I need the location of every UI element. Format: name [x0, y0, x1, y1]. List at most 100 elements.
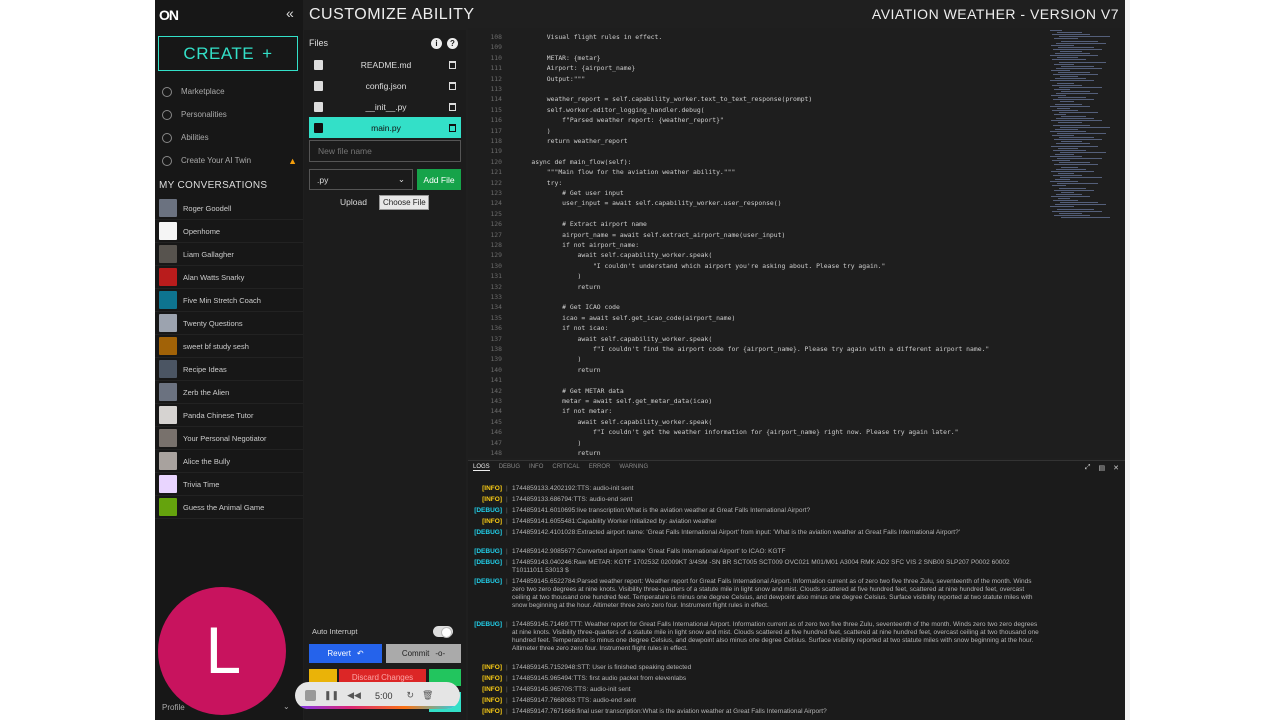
log-message: 1744859145.965494:TTS: first audio packe…: [512, 675, 687, 682]
code-text: return weather_report: [516, 137, 628, 145]
log-tab[interactable]: INFO: [529, 464, 543, 471]
sidebar-item-marketplace[interactable]: Marketplace: [155, 80, 303, 103]
line-number: 129: [490, 251, 502, 260]
line-number: 113: [490, 85, 502, 93]
line-number: 142: [490, 386, 502, 395]
file-item[interactable]: README.md: [309, 54, 461, 75]
log-tab[interactable]: WARNING: [619, 464, 648, 471]
minimap-line: [1057, 158, 1102, 160]
conversation-item[interactable]: Recipe Ideas: [155, 358, 303, 381]
line-number: 121: [490, 168, 502, 177]
code-line: 115 self.worker.editor_logging_handler.d…: [468, 105, 704, 115]
flame-icon: ▲: [288, 155, 297, 166]
minimap-line: [1054, 164, 1098, 166]
file-item[interactable]: config.json: [309, 75, 461, 96]
conversation-item[interactable]: Roger Goodell: [155, 197, 303, 220]
expand-icon[interactable]: ⤢: [1085, 464, 1091, 472]
log-tab[interactable]: ERROR: [589, 464, 611, 471]
line-number: 144: [490, 407, 502, 416]
file-icon: [314, 80, 323, 91]
conversation-item[interactable]: Zerb the Alien: [155, 381, 303, 404]
collapse-sidebar-icon[interactable]: «: [286, 5, 294, 21]
file-list: README.md config.json __init__.py main.py: [309, 54, 461, 138]
conversation-item[interactable]: Trivia Time: [155, 473, 303, 496]
add-file-button[interactable]: Add File: [417, 169, 461, 190]
code-line: 140 return: [468, 365, 600, 375]
media-control-bar: ❚❚ ◀◀ 5:00 ↻ 🗑: [295, 682, 460, 709]
code-line: 142 # Get METAR data: [468, 386, 623, 396]
conversation-item[interactable]: Alan Watts Snarky: [155, 266, 303, 289]
profile-label[interactable]: Profile: [162, 703, 185, 712]
minimap-line: [1058, 147, 1078, 149]
log-entry: [DEBUG] | 1744859142.4101028:Extracted air…: [468, 529, 1125, 537]
avatar: [159, 314, 177, 332]
minimap-line: [1059, 61, 1106, 63]
layout-icon[interactable]: ▤: [1099, 464, 1106, 472]
editor-minimap[interactable]: [1050, 28, 1112, 228]
minimap-line: [1056, 93, 1098, 94]
line-number: 112: [490, 74, 502, 83]
log-tab[interactable]: DEBUG: [499, 464, 520, 471]
sidebar-item-abilities[interactable]: Abilities: [155, 126, 303, 149]
minimap-line: [1057, 132, 1106, 134]
conversation-item[interactable]: Your Personal Negotiator: [155, 427, 303, 450]
conversation-item[interactable]: Five Min Stretch Coach: [155, 289, 303, 312]
sidebar-item-ai-twin[interactable]: Create Your AI Twin ▲: [155, 149, 303, 172]
page-scrollbar[interactable]: [1125, 0, 1130, 720]
line-number: 115: [490, 105, 502, 114]
minimap-line: [1050, 80, 1094, 82]
conversation-item[interactable]: Alice the Bully: [155, 450, 303, 473]
pause-icon[interactable]: ❚❚: [324, 690, 339, 701]
sidebar-item-personalities[interactable]: Personalities: [155, 103, 303, 126]
revert-button[interactable]: Revert ↶: [309, 644, 382, 663]
minimap-line: [1056, 118, 1094, 120]
auto-interrupt-toggle[interactable]: [433, 626, 453, 638]
new-file-name-input[interactable]: [309, 140, 461, 162]
twin-icon: [162, 155, 172, 166]
conversation-item[interactable]: Twenty Questions: [155, 312, 303, 335]
user-avatar[interactable]: L: [158, 587, 286, 715]
choose-file-button[interactable]: Choose File: [379, 195, 429, 210]
upload-label: Upload: [340, 197, 367, 207]
close-icon[interactable]: ✕: [1113, 464, 1119, 472]
commit-button[interactable]: Commit -o-: [386, 644, 461, 663]
code-editor[interactable]: 108 Visual flight rules in effect. 109 110…: [468, 28, 1125, 458]
extension-select[interactable]: .py ⌄: [309, 169, 413, 190]
file-item[interactable]: main.py: [309, 117, 461, 138]
avatar: [159, 429, 177, 447]
restart-icon[interactable]: ↻: [406, 690, 414, 701]
create-button[interactable]: CREATE +: [158, 36, 298, 71]
stop-icon[interactable]: [305, 690, 316, 701]
code-line: 141: [468, 375, 516, 385]
log-tab[interactable]: LOGS: [473, 464, 490, 471]
minimap-line: [1059, 111, 1098, 113]
line-number: 110: [490, 53, 502, 62]
chevron-down-icon[interactable]: ⌄: [283, 702, 290, 711]
conversation-item[interactable]: Panda Chinese Tutor: [155, 404, 303, 427]
info-icon[interactable]: i: [431, 38, 442, 49]
delete-file-icon[interactable]: [449, 102, 456, 111]
code-line: 128 if not airport_name:: [468, 240, 639, 250]
conversation-item[interactable]: Guess the Animal Game: [155, 496, 303, 519]
delete-file-icon[interactable]: [449, 60, 456, 69]
minimap-line: [1058, 198, 1070, 199]
delete-file-icon[interactable]: [449, 81, 456, 90]
conversation-item[interactable]: Liam Gallagher: [155, 243, 303, 266]
line-number: 109: [490, 43, 502, 52]
log-tab[interactable]: CRITICAL: [552, 464, 579, 471]
rewind-icon[interactable]: ◀◀: [347, 690, 361, 701]
help-icon[interactable]: ?: [447, 38, 458, 49]
code-line: 118 return weather_report: [468, 136, 628, 146]
app-logo[interactable]: ON: [159, 7, 179, 23]
delete-file-icon[interactable]: [449, 123, 456, 132]
conversation-item[interactable]: Openhome: [155, 220, 303, 243]
conversation-item[interactable]: sweet bf study sesh: [155, 335, 303, 358]
trash-icon[interactable]: 🗑: [422, 690, 433, 701]
minimap-line: [1058, 122, 1082, 124]
file-name: README.md: [360, 59, 412, 70]
minimap-line: [1050, 206, 1074, 208]
file-item[interactable]: __init__.py: [309, 96, 461, 117]
line-number: 108: [490, 33, 502, 41]
sidebar-item-label: Create Your AI Twin: [181, 156, 252, 165]
line-number: 138: [490, 345, 502, 353]
